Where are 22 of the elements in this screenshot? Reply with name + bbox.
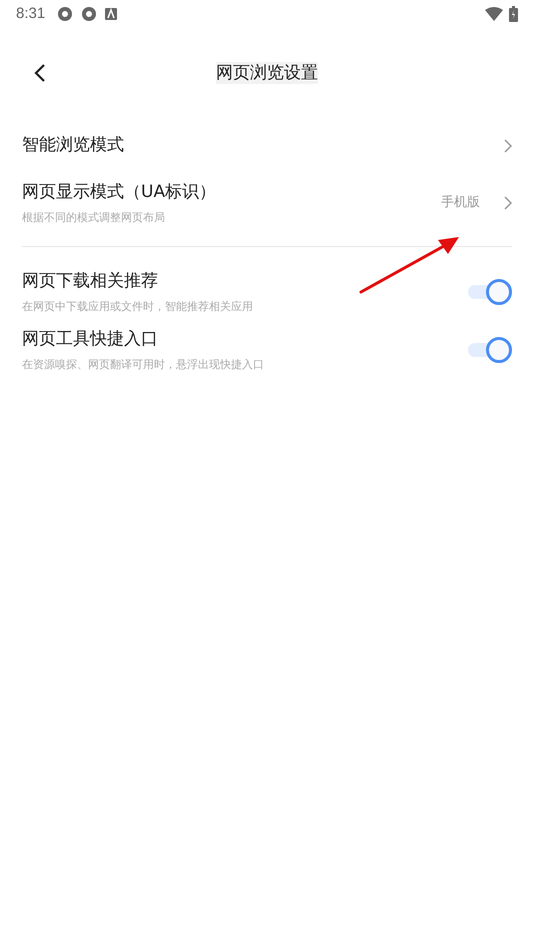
setting-description: 在资源嗅探、网页翻译可用时，悬浮出现快捷入口 [22, 356, 265, 372]
back-icon [34, 63, 46, 83]
app-icon [57, 6, 74, 22]
settings-row[interactable]: 智能浏览模式 [0, 118, 534, 174]
wifi-icon [485, 7, 503, 21]
chevron-right-icon [504, 139, 512, 153]
setting-title: 网页工具快捷入口 [22, 328, 159, 351]
status-time: 8:31 [16, 4, 46, 24]
settings-row[interactable]: 网页下载相关推荐 在网页中下载应用或文件时，智能推荐相关应用 [0, 263, 534, 321]
setting-title: 智能浏览模式 [22, 134, 125, 158]
setting-description: 在网页中下载应用或文件时，智能推荐相关应用 [22, 298, 254, 314]
battery-icon [509, 6, 518, 22]
notification-icon [105, 8, 118, 20]
setting-value: 手机版 [441, 194, 480, 212]
setting-description: 根据不同的模式调整网页布局 [22, 210, 166, 226]
setting-title: 网页下载相关推荐 [22, 270, 159, 293]
settings-row[interactable]: 网页工具快捷入口 在资源嗅探、网页翻译可用时，悬浮出现快捷入口 [0, 321, 534, 379]
chevron-right-icon [504, 196, 512, 210]
settings-row[interactable]: 网页显示模式（UA标识） 根据不同的模式调整网页布局 手机版 [0, 174, 534, 232]
app-icon [81, 6, 98, 22]
setting-title: 网页显示模式（UA标识） [22, 181, 218, 204]
page-title: 网页浏览设置 [216, 62, 318, 84]
